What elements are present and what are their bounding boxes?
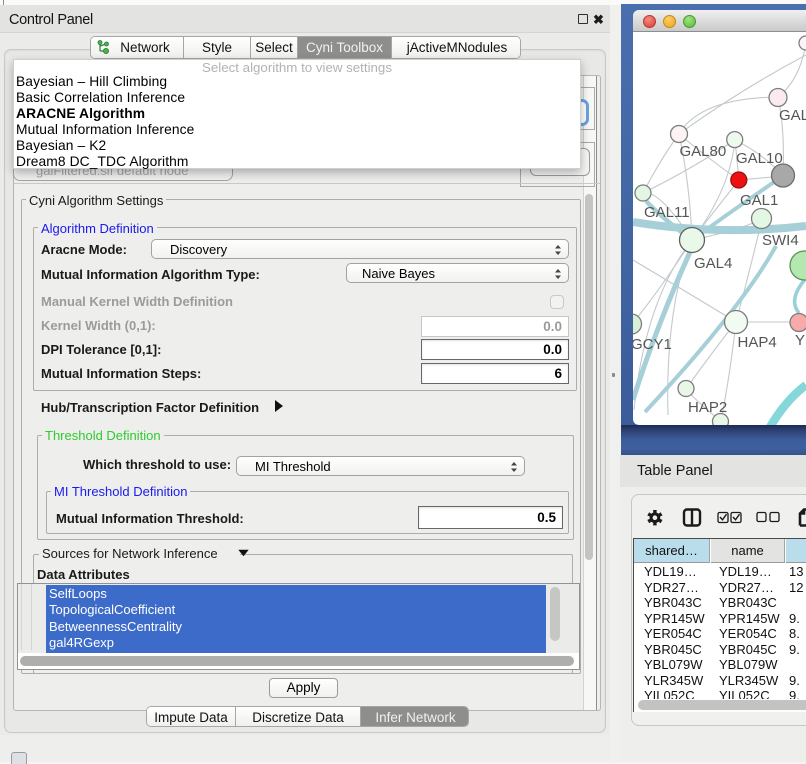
svg-text:GAL10: GAL10 <box>736 150 783 167</box>
svg-text:GCY1: GCY1 <box>633 336 672 353</box>
svg-text:GAL1: GAL1 <box>740 192 778 209</box>
svg-text:HAP2: HAP2 <box>688 399 727 416</box>
svg-text:GAL80: GAL80 <box>680 143 727 160</box>
svg-text:GAL: GAL <box>779 107 806 124</box>
svg-text:Y: Y <box>795 332 805 349</box>
svg-text:HAP4: HAP4 <box>738 334 777 351</box>
svg-text:GAL4: GAL4 <box>694 255 732 272</box>
svg-text:SWI4: SWI4 <box>762 232 799 249</box>
svg-text:GAL11: GAL11 <box>644 204 690 221</box>
